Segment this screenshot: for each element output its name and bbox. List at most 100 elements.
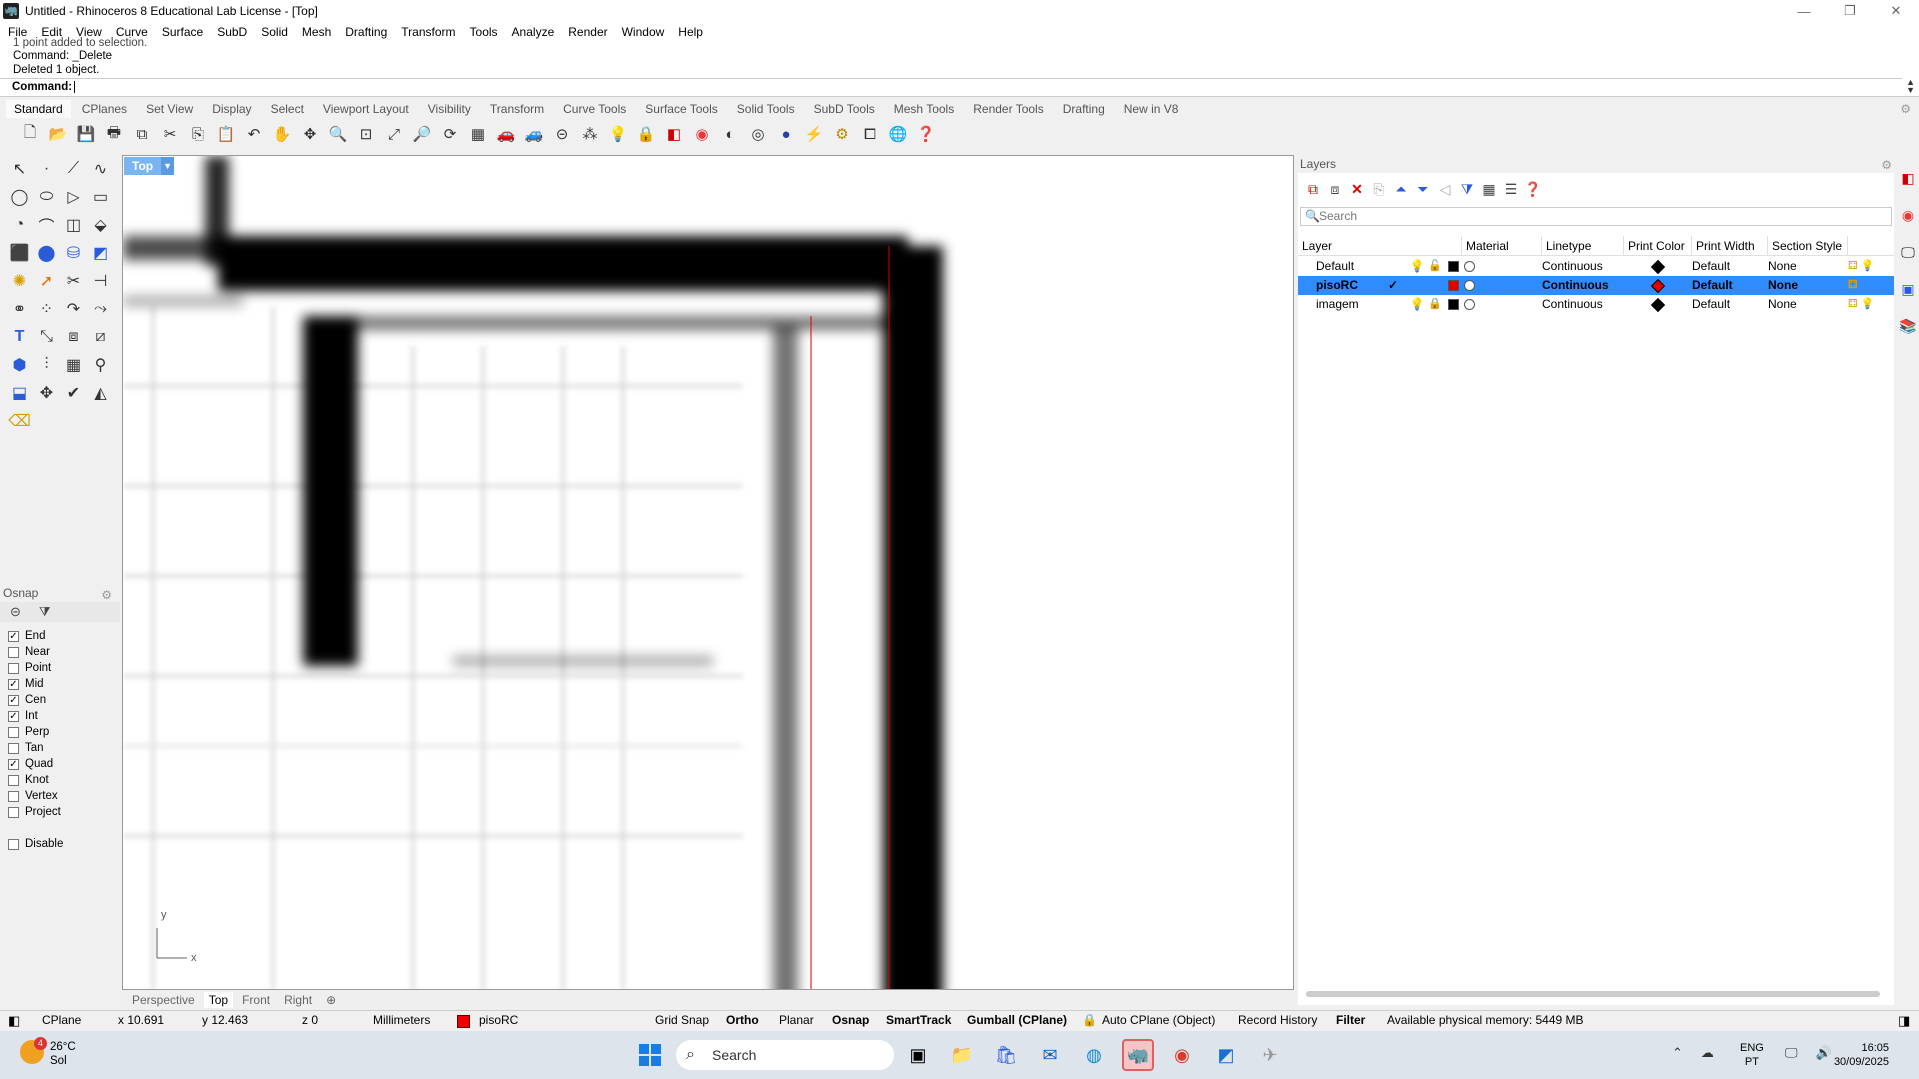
- mesh-icon[interactable]: ✺: [6, 268, 33, 294]
- paint-icon[interactable]: ⬓: [6, 380, 33, 406]
- analyze-icon[interactable]: ◭: [87, 380, 114, 406]
- tab-surface-tools[interactable]: Surface Tools: [645, 102, 718, 116]
- material-sphere-icon[interactable]: ●: [774, 122, 798, 146]
- zoom-selected-icon[interactable]: 🔎: [410, 122, 434, 146]
- checkbox[interactable]: ✓: [8, 710, 19, 722]
- lightbulb-icon[interactable]: [1408, 276, 1426, 295]
- select-filter-icon[interactable]: ⁂: [578, 122, 602, 146]
- layer-row-imagem[interactable]: imagem 💡 🔒 Continuous Default None ⚃ 💡: [1298, 295, 1894, 314]
- tab-curve-tools[interactable]: Curve Tools: [563, 102, 626, 116]
- gear-icon[interactable]: ⚙: [1900, 102, 1911, 116]
- task-view-icon[interactable]: ▣: [902, 1039, 934, 1071]
- print-color-swatch[interactable]: [1624, 295, 1692, 314]
- move-up-icon[interactable]: ⏶: [1390, 181, 1412, 198]
- tab-new-in-v8[interactable]: New in V8: [1124, 102, 1179, 116]
- add-viewport-icon[interactable]: ⊕: [326, 993, 336, 1007]
- gear-icon[interactable]: ⚙: [101, 586, 112, 604]
- checkbox[interactable]: ✓: [8, 694, 19, 706]
- osnap-end[interactable]: ✓ End: [0, 628, 120, 644]
- col-print-width[interactable]: Print Width: [1692, 236, 1768, 255]
- layer-name[interactable]: pisoRC: [1298, 276, 1378, 295]
- point-icon[interactable]: ·: [33, 156, 60, 182]
- check-icon[interactable]: ✔: [60, 380, 87, 406]
- col-material[interactable]: Material: [1462, 236, 1542, 255]
- panel-toggle-icon[interactable]: ◧: [8, 1011, 20, 1030]
- zoom-window-icon[interactable]: ⊡: [354, 122, 378, 146]
- tab-top[interactable]: Top: [203, 992, 234, 1008]
- menu-solid[interactable]: Solid: [261, 25, 288, 39]
- new-layer-icon[interactable]: ⧉: [1302, 181, 1324, 198]
- command-input[interactable]: Command:: [0, 78, 1902, 95]
- cplane-label[interactable]: CPlane: [42, 1011, 81, 1030]
- col-section-style[interactable]: Section Style: [1768, 236, 1848, 255]
- layer-table-icon[interactable]: ▦: [1478, 181, 1500, 198]
- checkbox[interactable]: [8, 726, 19, 738]
- smarttrack-toggle[interactable]: SmartTrack: [886, 1011, 951, 1030]
- menu-subd[interactable]: SubD: [217, 25, 247, 39]
- help-icon[interactable]: ❓: [1522, 181, 1544, 198]
- material-icon[interactable]: [1462, 295, 1542, 314]
- checkbox[interactable]: [8, 774, 19, 786]
- current-layer-marker[interactable]: [1378, 257, 1408, 276]
- checkbox[interactable]: [8, 662, 19, 674]
- minimize-button[interactable]: —: [1781, 0, 1827, 22]
- rotate-icon[interactable]: ⟳: [438, 122, 462, 146]
- filter-toggle[interactable]: Filter: [1336, 1011, 1365, 1030]
- tab-right[interactable]: Right: [284, 993, 312, 1007]
- viewport-top[interactable]: y x: [122, 155, 1294, 990]
- move-down-icon[interactable]: ⏷: [1412, 181, 1434, 198]
- lightbulb-icon[interactable]: 💡: [1408, 295, 1426, 314]
- join-icon[interactable]: ⚭: [6, 296, 33, 322]
- cut-icon[interactable]: ✂: [158, 122, 182, 146]
- solid-box-icon[interactable]: ⬢: [6, 352, 33, 378]
- tab-render-tools[interactable]: Render Tools: [973, 102, 1044, 116]
- grid-array-icon[interactable]: ▦: [60, 352, 87, 378]
- clock[interactable]: 16:05 30/09/2025: [1834, 1041, 1889, 1069]
- block-icon[interactable]: ⧈: [60, 324, 87, 350]
- tab-cplanes[interactable]: CPlanes: [82, 102, 127, 116]
- options-gear-icon[interactable]: ⚙: [830, 122, 854, 146]
- store-icon[interactable]: 🛍: [990, 1039, 1022, 1071]
- menu-drafting[interactable]: Drafting: [345, 25, 387, 39]
- select-arrow-icon[interactable]: ↖: [6, 156, 33, 182]
- rotate-view-icon[interactable]: ✥: [298, 122, 322, 146]
- transform-icon[interactable]: ✥: [33, 380, 60, 406]
- osnap-project[interactable]: Project: [0, 804, 120, 820]
- rhino-taskbar-icon[interactable]: 🦏: [1122, 1039, 1154, 1071]
- print-width-value[interactable]: Default: [1692, 276, 1768, 295]
- linetype-value[interactable]: Continuous: [1542, 295, 1624, 314]
- trim-icon[interactable]: ✂: [60, 268, 87, 294]
- filter-icon[interactable]: ⧩: [1456, 181, 1478, 198]
- layer-row-pisorc[interactable]: pisoRC ✓ Continuous Default None ⚃: [1298, 276, 1894, 295]
- display-panel-icon[interactable]: 🖵: [1898, 244, 1918, 281]
- lightbulb-icon[interactable]: 💡: [1408, 257, 1426, 276]
- checkbox[interactable]: ✓: [8, 758, 19, 770]
- color-wheel-icon[interactable]: ◉: [1898, 207, 1918, 244]
- section-icons[interactable]: ⚃ 💡: [1848, 257, 1888, 276]
- osnap-int[interactable]: ✓ Int: [0, 708, 120, 724]
- checkbox[interactable]: [8, 742, 19, 754]
- pan-hand-icon[interactable]: ✋: [270, 122, 294, 146]
- shaded-sphere-icon[interactable]: ◐: [718, 122, 742, 146]
- app-icon[interactable]: ◩: [1210, 1039, 1242, 1071]
- render-sphere-icon[interactable]: ◎: [746, 122, 770, 146]
- tab-front[interactable]: Front: [242, 993, 270, 1007]
- filter-icon[interactable]: ⧩: [39, 604, 51, 620]
- menu-tools[interactable]: Tools: [470, 25, 498, 39]
- current-layer-marker[interactable]: [1378, 295, 1408, 314]
- copy-layer-icon[interactable]: ⎘: [1368, 181, 1390, 198]
- auto-cplane-toggle[interactable]: Auto CPlane (Object): [1102, 1011, 1215, 1030]
- tab-drafting[interactable]: Drafting: [1063, 102, 1105, 116]
- ortho-toggle[interactable]: Ortho: [726, 1011, 759, 1030]
- linetype-value[interactable]: Continuous: [1542, 276, 1624, 295]
- globe-icon[interactable]: 🌐: [886, 122, 910, 146]
- tab-transform[interactable]: Transform: [490, 102, 544, 116]
- checkbox[interactable]: [8, 806, 19, 818]
- record-history-toggle[interactable]: Record History: [1238, 1011, 1317, 1030]
- menu-surface[interactable]: Surface: [162, 25, 203, 39]
- planar-toggle[interactable]: Planar: [779, 1011, 814, 1030]
- polygon-icon[interactable]: ▷: [60, 184, 87, 210]
- osnap-toggle[interactable]: Osnap: [832, 1011, 869, 1030]
- current-layer-label[interactable]: pisoRC: [479, 1011, 518, 1030]
- new-file-icon[interactable]: 🗋: [18, 122, 42, 146]
